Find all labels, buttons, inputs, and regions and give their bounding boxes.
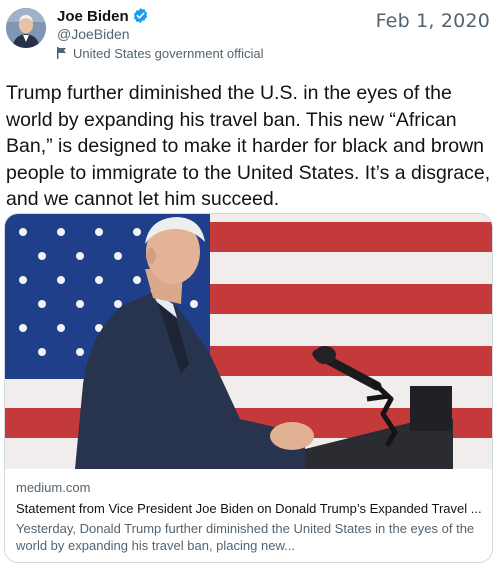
government-label: United States government official [57, 46, 264, 62]
speaker-at-podium-with-flag-image [5, 214, 492, 469]
card-image[interactable] [5, 214, 492, 469]
card-domain: medium.com [16, 480, 91, 495]
government-label-text: United States government official [73, 46, 264, 61]
author-handle[interactable]: @JoeBiden [57, 26, 130, 42]
author-name-text: Joe Biden [57, 8, 129, 25]
card-title[interactable]: Statement from Vice President Joe Biden … [16, 501, 484, 516]
card-meta: medium.com Statement from Vice President… [16, 480, 484, 554]
verified-badge-icon [132, 7, 149, 28]
card-description: Yesterday, Donald Trump further diminish… [16, 521, 475, 553]
tweet-date[interactable]: Feb 1, 2020 [376, 10, 490, 32]
author-name[interactable]: Joe Biden [57, 7, 149, 28]
tweet-text: Trump further diminished the U.S. in the… [6, 82, 491, 210]
link-card[interactable]: medium.com Statement from Vice President… [4, 213, 493, 563]
tweet: Joe Biden @JoeBiden United States govern… [0, 0, 500, 570]
flag-icon [57, 47, 67, 62]
avatar[interactable] [6, 8, 46, 48]
